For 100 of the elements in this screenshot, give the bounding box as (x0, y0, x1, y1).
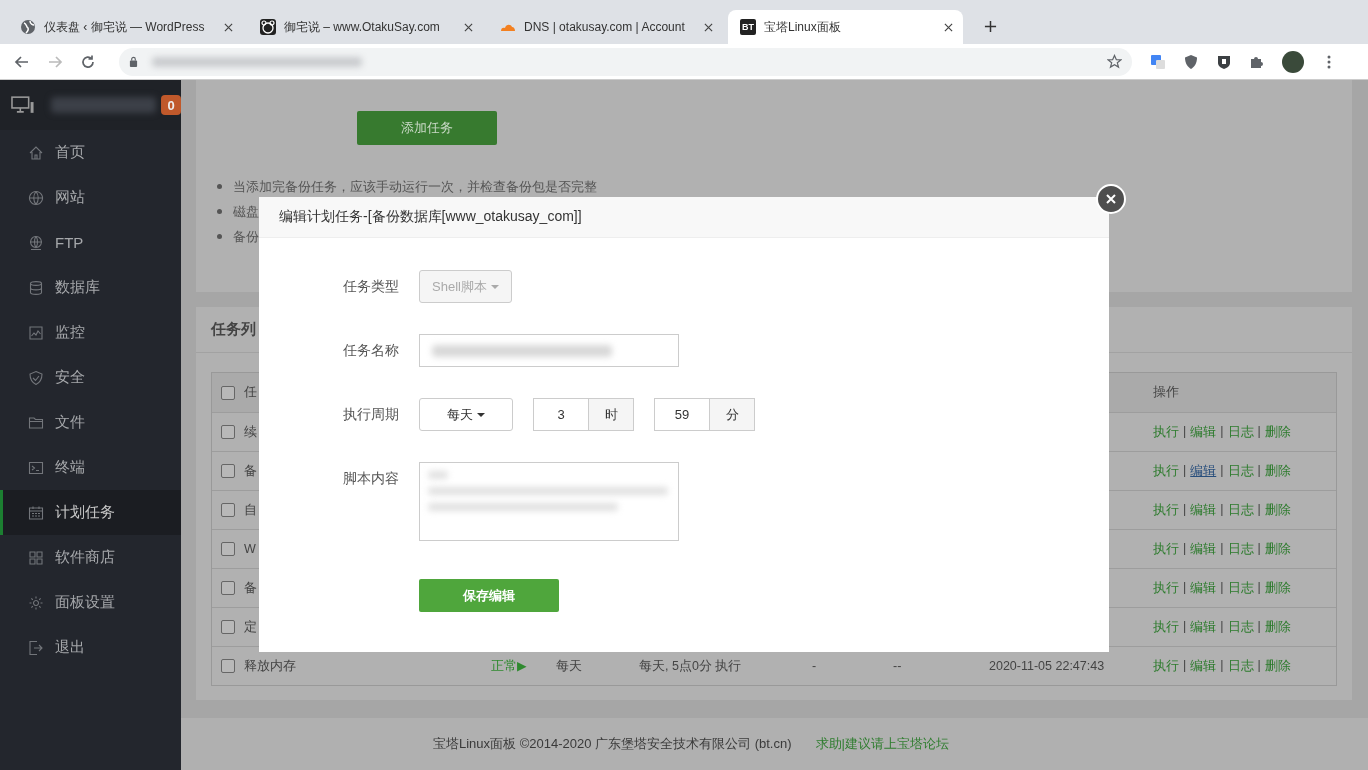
notification-badge[interactable]: 0 (161, 95, 181, 115)
status-link[interactable]: 正常▶ (491, 657, 556, 675)
sidebar-item[interactable]: FTP (0, 220, 181, 265)
browser-tab[interactable]: BT 宝塔Linux面板 (728, 10, 963, 44)
separator: | (1220, 579, 1224, 596)
browser-tab[interactable]: DNS | otakusay.com | Account (488, 10, 723, 44)
sidebar-item[interactable]: 软件商店 (0, 535, 181, 580)
action-link[interactable]: 删除 (1264, 579, 1291, 597)
sidebar-item[interactable]: 面板设置 (0, 580, 181, 625)
close-icon[interactable] (944, 22, 953, 32)
action-link[interactable]: 编辑 (1190, 462, 1217, 480)
logout-icon (28, 639, 44, 656)
checkbox[interactable] (221, 620, 235, 634)
checkbox[interactable] (221, 503, 235, 517)
checkbox[interactable] (221, 581, 235, 595)
action-link[interactable]: 日志 (1227, 618, 1254, 636)
action-link[interactable]: 执行 (1153, 540, 1179, 558)
home-icon (28, 144, 44, 161)
sidebar-item[interactable]: 计划任务 (0, 490, 181, 535)
checkbox[interactable] (221, 425, 235, 439)
action-link[interactable]: 执行 (1153, 579, 1179, 597)
action-link[interactable]: 删除 (1264, 618, 1291, 636)
logo: BT (740, 19, 756, 35)
action-link[interactable]: 日志 (1227, 540, 1254, 558)
plus-icon[interactable] (984, 20, 997, 33)
bullet-icon (217, 184, 222, 189)
close-icon[interactable] (224, 22, 233, 32)
action-link[interactable]: 编辑 (1190, 501, 1217, 519)
reload-icon[interactable] (80, 53, 96, 70)
close-icon[interactable] (704, 22, 713, 32)
action-link[interactable]: 编辑 (1190, 657, 1217, 675)
forum-link[interactable]: 求助|建议请上宝塔论坛 (815, 735, 949, 753)
sidebar-item[interactable]: 监控 (0, 310, 181, 355)
script-field[interactable] (419, 462, 679, 541)
separator: | (1183, 501, 1187, 518)
action-link[interactable]: 删除 (1264, 462, 1291, 480)
lock-icon (129, 56, 138, 67)
action-link[interactable]: 日志 (1227, 462, 1254, 480)
action-link[interactable]: 编辑 (1190, 540, 1217, 558)
column-header: 任 (244, 385, 257, 399)
close-icon (1105, 193, 1117, 205)
sidebar-item[interactable]: 数据库 (0, 265, 181, 310)
action-link[interactable]: 编辑 (1190, 423, 1217, 441)
sidebar-item[interactable]: 终端 (0, 445, 181, 490)
action-link[interactable]: 执行 (1153, 423, 1179, 441)
sidebar-item[interactable]: 网站 (0, 175, 181, 220)
sidebar-item[interactable]: 安全 (0, 355, 181, 400)
sidebar-item[interactable]: 文件 (0, 400, 181, 445)
action-link[interactable]: 编辑 (1190, 618, 1217, 636)
sidebar-item[interactable]: 首页 (0, 130, 181, 175)
action-link[interactable]: 执行 (1153, 657, 1179, 675)
caret-icon (477, 412, 485, 417)
action-link[interactable]: 执行 (1153, 462, 1179, 480)
action-link[interactable]: 删除 (1264, 657, 1291, 675)
hour-field[interactable]: 3 时 (533, 398, 634, 431)
action-link[interactable]: 删除 (1264, 540, 1291, 558)
period-select[interactable]: 每天 (419, 398, 513, 431)
action-link[interactable]: 删除 (1264, 423, 1291, 441)
terminal-icon (28, 459, 44, 476)
separator: | (1220, 423, 1224, 440)
sidebar-item[interactable]: 退出 (0, 625, 181, 670)
shield-icon[interactable] (1183, 53, 1199, 70)
globe-icon (28, 189, 44, 206)
table-cell: 自 (244, 502, 257, 517)
shield-icon[interactable] (1216, 53, 1232, 70)
save-button[interactable]: 保存编辑 (419, 579, 559, 612)
checkbox[interactable] (221, 659, 235, 673)
translate-icon[interactable] (1150, 53, 1166, 70)
task-name-field[interactable] (419, 334, 679, 367)
action-link[interactable]: 日志 (1227, 657, 1254, 675)
checkbox[interactable] (221, 542, 235, 556)
action-link[interactable]: 执行 (1153, 618, 1179, 636)
back-arrow-icon[interactable] (14, 53, 30, 70)
note-text: 磁盘 (233, 202, 259, 221)
separator: | (1257, 618, 1261, 635)
separator: | (1183, 579, 1187, 596)
minute-field[interactable]: 59 分 (654, 398, 755, 431)
close-icon[interactable] (464, 22, 473, 32)
separator: | (1183, 423, 1187, 440)
action-link[interactable]: 日志 (1227, 579, 1254, 597)
action-link[interactable]: 日志 (1227, 423, 1254, 441)
action-link[interactable]: 编辑 (1190, 579, 1217, 597)
action-link[interactable]: 删除 (1264, 501, 1291, 519)
table-cell: 续 (244, 424, 257, 439)
add-task-button[interactable]: 添加任务 (357, 111, 497, 145)
separator: | (1257, 423, 1261, 440)
table-cell: 释放内存 (244, 658, 296, 673)
tab-title: 宝塔Linux面板 (764, 18, 842, 36)
star-icon[interactable] (1107, 54, 1122, 69)
shield-icon (28, 369, 44, 386)
avatar[interactable] (1282, 50, 1304, 73)
separator: | (1257, 579, 1261, 596)
browser-tab[interactable]: 御宅说 – www.OtakuSay.com (248, 10, 483, 44)
action-link[interactable]: 执行 (1153, 501, 1179, 519)
calendar-icon (28, 504, 44, 521)
bullet-icon (217, 209, 222, 214)
action-link[interactable]: 日志 (1227, 501, 1254, 519)
browser-tab[interactable]: 仪表盘 ‹ 御宅说 — WordPress (8, 10, 243, 44)
checkbox[interactable] (221, 385, 235, 400)
checkbox[interactable] (221, 464, 235, 478)
